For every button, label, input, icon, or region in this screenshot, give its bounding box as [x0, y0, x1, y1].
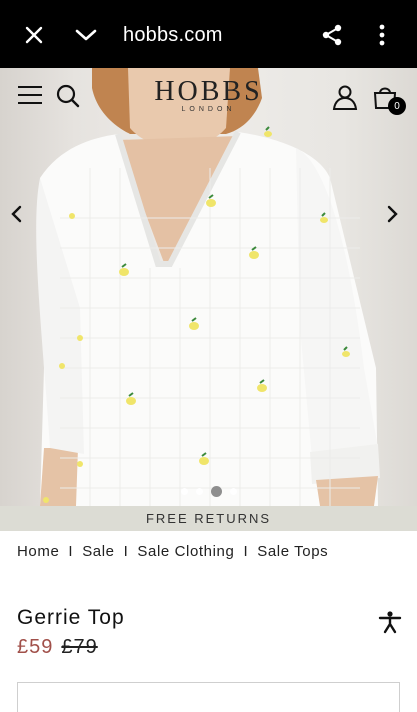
more-vertical-icon[interactable] [369, 22, 395, 48]
breadcrumb-sale-clothing[interactable]: Sale Clothing [137, 543, 234, 560]
sale-price: £59 [17, 636, 54, 658]
free-returns-banner: FREE RETURNS [0, 506, 417, 531]
chevron-left-icon [11, 205, 22, 223]
product-image-gallery[interactable]: HOBBS LONDON 0 [0, 68, 417, 506]
product-title: Gerrie Top [17, 606, 125, 629]
previous-image-button[interactable] [8, 204, 26, 224]
chevron-down-icon[interactable] [73, 22, 99, 48]
breadcrumb-sale-tops[interactable]: Sale Tops [257, 543, 328, 560]
size-select-box[interactable] [17, 682, 400, 712]
gallery-pagination [0, 486, 417, 497]
gallery-dot-active[interactable] [210, 486, 222, 497]
close-icon[interactable] [21, 22, 47, 48]
breadcrumb-home[interactable]: Home [17, 543, 59, 560]
bag-count-badge: 0 [388, 97, 406, 115]
breadcrumb: Home I Sale I Sale Clothing I Sale Tops [17, 543, 328, 560]
gallery-dot[interactable] [180, 488, 188, 495]
breadcrumb-separator: I [123, 543, 129, 560]
breadcrumb-sale[interactable]: Sale [82, 543, 114, 560]
price-row: £59 £79 [17, 636, 98, 659]
breadcrumb-separator: I [68, 543, 74, 560]
accessibility-icon[interactable] [377, 609, 403, 635]
account-icon[interactable] [332, 84, 358, 110]
gallery-dot[interactable] [195, 488, 203, 495]
product-image [36, 68, 380, 506]
gallery-dot[interactable] [229, 488, 237, 495]
browser-toolbar: hobbs.com [0, 0, 417, 68]
site-header: HOBBS LONDON 0 [0, 68, 417, 128]
next-image-button[interactable] [383, 204, 401, 224]
original-price: £79 [61, 636, 98, 658]
url-bar[interactable]: hobbs.com [123, 24, 223, 47]
share-icon[interactable] [319, 22, 345, 48]
breadcrumb-separator: I [243, 543, 249, 560]
chevron-right-icon [387, 205, 398, 223]
